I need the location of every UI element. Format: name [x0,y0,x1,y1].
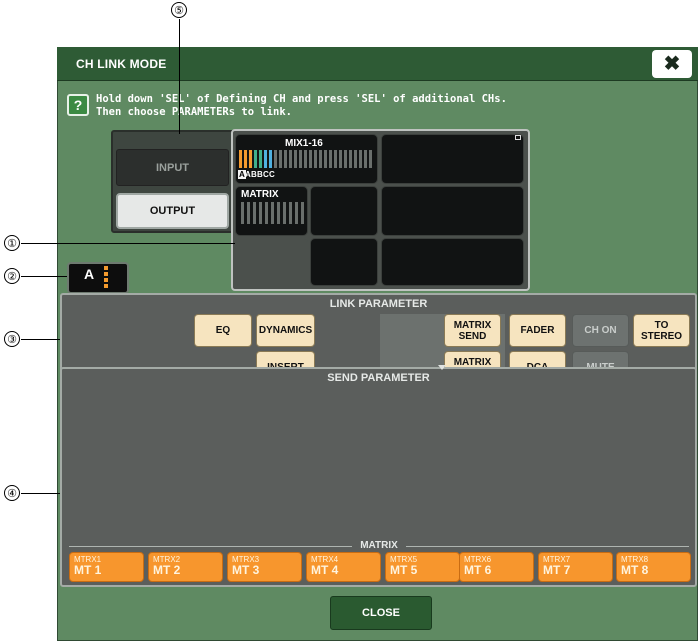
empty-cell[interactable] [310,238,378,286]
ab-label: C [263,170,269,179]
callout-1: ① [4,235,20,251]
callout-5: ⑤ [171,2,187,18]
link-parameter-title: LINK PARAMETER [329,298,428,310]
matrix-label: MATRIX [241,189,279,200]
callout-leader [21,493,60,494]
send-parameter-title: SEND PARAMETER [327,372,430,384]
pointer-triangle-icon [438,365,446,370]
instruction-text: Hold down 'SEL' of Defining CH and press… [96,93,507,118]
callout-leader [21,339,60,340]
ab-label: B [257,170,263,179]
mtrx-bottom-label: MT 7 [543,563,571,577]
callout-4: ④ [4,485,20,501]
matrix-send-5-button[interactable]: MTRX5 MT 5 [385,552,460,582]
matrix-divider [69,546,352,547]
mix-label: MIX1-16 [285,138,323,149]
empty-cell[interactable] [310,186,378,236]
callout-2: ② [4,268,20,284]
output-button[interactable]: OUTPUT [116,193,229,229]
callout-leader [21,276,67,277]
empty-cell[interactable] [381,134,524,184]
callout-leader [179,19,180,134]
matrix-divider [406,546,689,547]
matrix-send-3-button[interactable]: MTRX3 MT 3 [227,552,302,582]
matrix-send-button[interactable]: MATRIX SEND [444,314,501,347]
close-button[interactable]: CLOSE [330,596,432,630]
ab-label: A [245,170,251,179]
link-group-label: A [84,266,95,282]
empty-slot [235,238,308,286]
link-indicator-icon [104,266,108,288]
help-icon[interactable]: ? [67,94,89,116]
mtrx-bottom-label: MT 1 [74,563,102,577]
matrix-send-6-button[interactable]: MTRX6 MT 6 [459,552,534,582]
mtrx-bottom-label: MT 3 [232,563,260,577]
mtrx-bottom-label: MT 8 [621,563,649,577]
input-button[interactable]: INPUT [116,149,229,186]
mtrx-bottom-label: MT 2 [153,563,181,577]
link-group-a-button[interactable] [67,262,129,294]
callout-3: ③ [4,331,20,347]
mtrx-bottom-label: MT 5 [390,563,418,577]
ab-label: B [251,170,257,179]
mtrx-bottom-label: MT 4 [311,563,339,577]
to-stereo-button[interactable]: TO STEREO [633,314,690,347]
ab-label: C [269,170,275,179]
window-title: CH LINK MODE [76,57,167,71]
empty-cell[interactable] [381,186,524,236]
ch-on-button[interactable]: CH ON [572,314,629,347]
matrix-send-1-button[interactable]: MTRX1 MT 1 [69,552,144,582]
matrix-send-4-button[interactable]: MTRX4 MT 4 [306,552,381,582]
eq-button[interactable]: EQ [194,314,252,347]
matrix-group-label: MATRIX [360,540,398,551]
matrix-send-7-button[interactable]: MTRX7 MT 7 [538,552,613,582]
fader-button[interactable]: FADER [509,314,566,347]
matrix-send-8-button[interactable]: MTRX8 MT 8 [616,552,691,582]
mtrx-bottom-label: MT 6 [464,563,492,577]
expand-icon [515,135,521,140]
callout-leader [21,243,235,244]
empty-cell[interactable] [381,238,524,286]
close-x-button[interactable]: ✖ [652,50,692,78]
dynamics-button[interactable]: DYNAMICS [256,314,315,347]
matrix-send-2-button[interactable]: MTRX2 MT 2 [148,552,223,582]
close-icon: ✖ [663,53,681,75]
